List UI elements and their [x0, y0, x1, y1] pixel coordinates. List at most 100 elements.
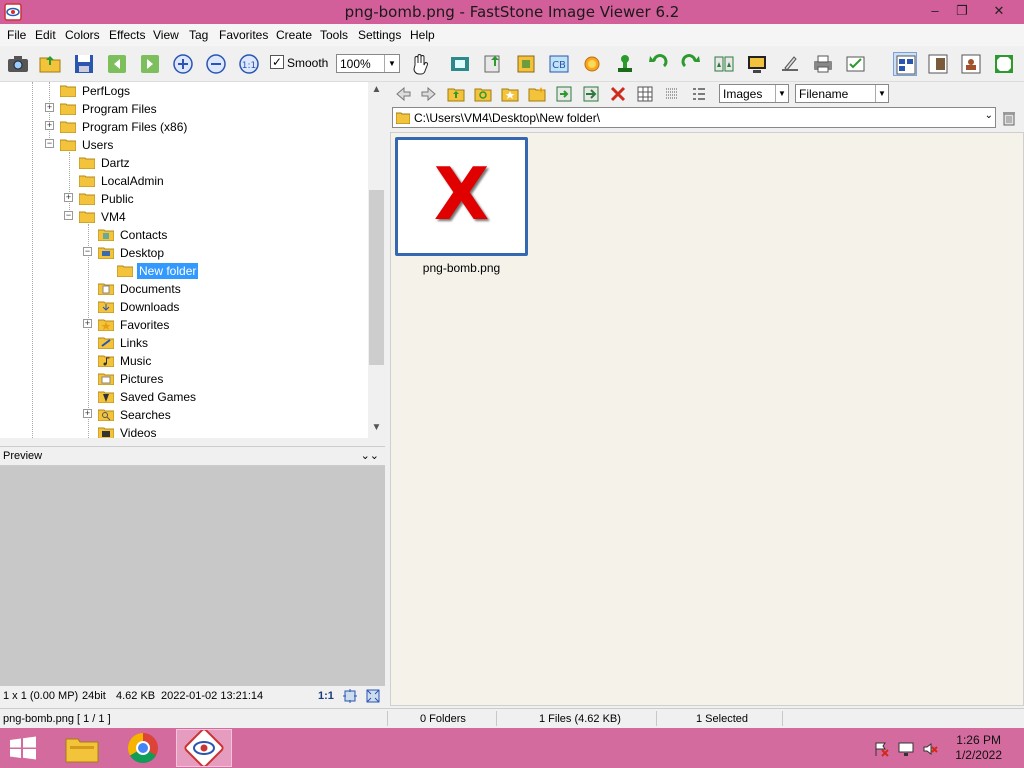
tree-scrollbar[interactable]: ▲ ▼ [368, 82, 385, 438]
tree-item-contacts[interactable]: Contacts [98, 226, 169, 244]
chevron-down-icon[interactable]: ▼ [875, 85, 888, 102]
collapse-desktop[interactable]: − [83, 247, 92, 256]
tree-item-videos[interactable]: Videos [98, 424, 158, 438]
chevron-down-icon[interactable]: ⌄ [985, 110, 993, 121]
copy-to-icon[interactable] [555, 85, 573, 103]
expand-favorites[interactable]: + [83, 319, 92, 328]
tree-item-program-files-x86[interactable]: Program Files (x86) [60, 118, 189, 136]
new-folder-icon[interactable] [528, 85, 546, 103]
path-address-bar[interactable]: C:\Users\VM4\Desktop\New folder\ ⌄ [392, 107, 996, 128]
chrome-taskbar-icon[interactable] [115, 729, 171, 767]
list-view-icon[interactable] [663, 85, 681, 103]
chevron-down-icon[interactable]: ▼ [775, 85, 788, 102]
tree-item-public[interactable]: Public [79, 190, 136, 208]
expand-searches[interactable]: + [83, 409, 92, 418]
acquire-camera-icon[interactable] [6, 52, 30, 76]
color-balance-icon[interactable]: CB [547, 52, 571, 76]
smooth-checkbox[interactable]: ✓ [270, 55, 284, 69]
resize-icon[interactable] [481, 52, 505, 76]
forward-arrow-icon[interactable] [420, 85, 438, 103]
tree-item-searches[interactable]: Searches [98, 406, 173, 424]
tree-item-links[interactable]: Links [98, 334, 150, 352]
open-folder-icon[interactable] [38, 52, 62, 76]
tree-item-localadmin[interactable]: LocalAdmin [79, 172, 166, 190]
fullscreen-icon[interactable] [992, 52, 1016, 76]
action-center-flag-icon[interactable] [873, 741, 889, 757]
rotate-left-icon[interactable] [646, 52, 670, 76]
tree-item-pictures[interactable]: Pictures [98, 370, 165, 388]
file-filter-select[interactable]: Images ▼ [719, 84, 789, 103]
sort-by-select[interactable]: Filename ▼ [795, 84, 889, 103]
email-icon[interactable] [844, 52, 868, 76]
layout-browser-icon[interactable] [893, 52, 917, 76]
fit-window-icon[interactable] [342, 688, 358, 707]
thumbnail-grid[interactable]: X png-bomb.png [390, 132, 1024, 706]
brightness-sun-icon[interactable] [580, 52, 604, 76]
stamp-icon[interactable] [613, 52, 637, 76]
windows-start-icon[interactable] [8, 736, 38, 763]
back-arrow-icon[interactable] [394, 85, 412, 103]
layout-preview-icon[interactable] [959, 52, 983, 76]
tree-scrollbar-thumb[interactable] [369, 190, 384, 365]
print-icon[interactable] [811, 52, 835, 76]
draw-icon[interactable] [778, 52, 802, 76]
refresh-folder-icon[interactable] [474, 85, 492, 103]
menu-file[interactable]: File [7, 28, 26, 42]
collapse-vm4[interactable]: − [64, 211, 73, 220]
recycle-bin-icon[interactable] [1000, 109, 1018, 127]
tree-item-music[interactable]: Music [98, 352, 153, 370]
zoom-in-icon[interactable] [171, 52, 195, 76]
previous-image-icon[interactable] [105, 52, 129, 76]
tree-item-users[interactable]: Users [60, 136, 115, 154]
close-button[interactable]: ✕ [984, 0, 1014, 22]
network-icon[interactable] [898, 741, 914, 757]
layout-detail-icon[interactable] [926, 52, 950, 76]
tree-item-new-folder[interactable]: New folder [117, 262, 199, 280]
hand-pan-icon[interactable] [408, 52, 432, 76]
filmstrip-crop-icon[interactable] [448, 52, 472, 76]
actual-size-ratio[interactable]: 1:1 [318, 690, 334, 702]
details-view-icon[interactable] [690, 85, 708, 103]
favorites-folder-icon[interactable] [501, 85, 519, 103]
tree-item-downloads[interactable]: Downloads [98, 298, 181, 316]
menu-tag[interactable]: Tag [189, 28, 208, 42]
collapse-users[interactable]: − [45, 139, 54, 148]
slideshow-icon[interactable] [745, 52, 769, 76]
rotate-right-icon[interactable] [679, 52, 703, 76]
thumbnail-filename[interactable]: png-bomb.png [395, 261, 528, 275]
thumbnail-view-icon[interactable] [636, 85, 654, 103]
collapse-preview-icon[interactable]: ⌄⌄ [361, 449, 379, 462]
scroll-up-icon[interactable]: ▲ [368, 84, 385, 95]
zoom-out-icon[interactable] [204, 52, 228, 76]
delete-x-icon[interactable] [609, 85, 627, 103]
tree-item-favorites[interactable]: Favorites [98, 316, 171, 334]
tree-item-saved-games[interactable]: Saved Games [98, 388, 198, 406]
zoom-level-select[interactable]: 100% ▼ [336, 54, 400, 73]
next-image-icon[interactable] [138, 52, 162, 76]
tree-item-dartz[interactable]: Dartz [79, 154, 132, 172]
scroll-down-icon[interactable]: ▼ [368, 422, 385, 433]
menu-view[interactable]: View [153, 28, 179, 42]
menu-edit[interactable]: Edit [35, 28, 56, 42]
expand-program-files[interactable]: + [45, 103, 54, 112]
volume-muted-icon[interactable] [922, 741, 938, 757]
tree-item-program-files[interactable]: Program Files [60, 100, 159, 118]
compare-icon[interactable] [712, 52, 736, 76]
menu-effects[interactable]: Effects [109, 28, 145, 42]
tree-item-desktop[interactable]: Desktop [98, 244, 166, 262]
chevron-down-icon[interactable]: ▼ [384, 55, 399, 72]
full-screen-preview-icon[interactable] [365, 688, 381, 707]
crop-icon[interactable] [514, 52, 538, 76]
move-to-icon[interactable] [582, 85, 600, 103]
minimize-button[interactable]: – [920, 0, 950, 22]
system-clock[interactable]: 1:26 PM 1/2/2022 [955, 733, 1002, 763]
thumbnail-png-bomb[interactable]: X [395, 137, 528, 256]
tree-item-perflogs[interactable]: PerfLogs [60, 82, 132, 100]
faststone-taskbar-icon[interactable] [176, 728, 232, 768]
expand-public[interactable]: + [64, 193, 73, 202]
expand-program-files-x86[interactable]: + [45, 121, 54, 130]
restore-button[interactable]: ❐ [947, 0, 977, 22]
tree-item-vm4[interactable]: VM4 [79, 208, 128, 226]
up-folder-icon[interactable] [447, 85, 465, 103]
folder-tree[interactable]: + + − + − − + + PerfLogs Program Files P… [0, 82, 385, 438]
